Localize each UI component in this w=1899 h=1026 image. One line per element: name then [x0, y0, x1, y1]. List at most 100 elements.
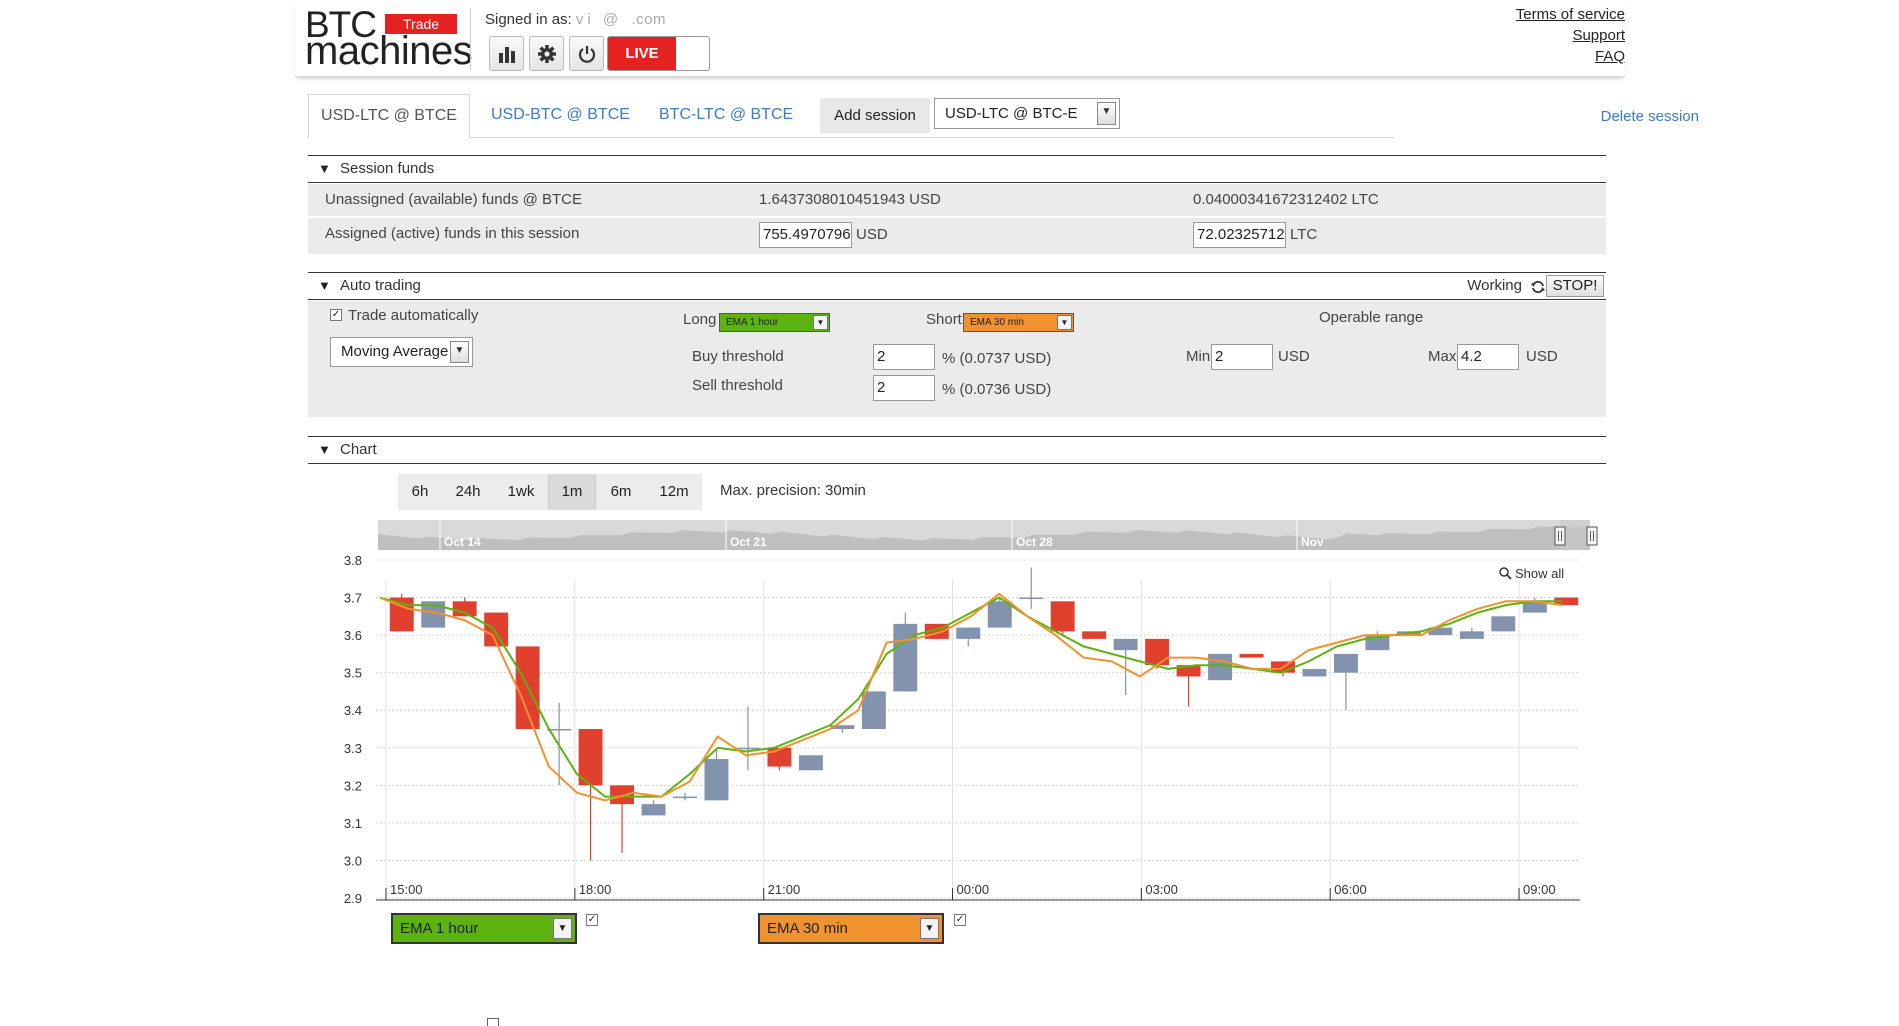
long-select[interactable]: EMA 1 hour ▼ [719, 313, 830, 332]
range-1wk[interactable]: 1wk [494, 474, 548, 510]
y-tick-label: 3.6 [344, 628, 362, 643]
min-input[interactable]: 2 [1211, 344, 1273, 370]
auto-trading-body: ✓ Trade automatically Moving Average ▼ L… [308, 301, 1606, 417]
support-link[interactable]: Support [1516, 25, 1625, 46]
chart-navigator[interactable]: Oct 14 Oct 21 Oct 28 Nov [378, 520, 1598, 550]
legend-ema-30-min-select[interactable]: EMA 30 min ▼ [758, 913, 944, 944]
range-6h[interactable]: 6h [398, 474, 442, 510]
navigator-handle [1586, 526, 1598, 546]
refresh-icon [1531, 281, 1545, 293]
candle-body [1145, 638, 1170, 666]
strategy-value: Moving Average [341, 343, 449, 360]
ema-line-long [379, 596, 1562, 798]
ema-lines [379, 592, 1563, 802]
short-select[interactable]: EMA 30 min ▼ [963, 313, 1074, 332]
trade-automatically-checkbox[interactable]: ✓ [330, 309, 342, 321]
max-unit: USD [1526, 348, 1558, 365]
tab-usd-ltc[interactable]: USD-LTC @ BTCE [308, 94, 470, 138]
candle-body [1082, 631, 1107, 639]
y-tick-label: 3.5 [344, 666, 362, 681]
y-tick-label: 3.3 [344, 741, 362, 756]
price-chart[interactable]: Oct 14 Oct 21 Oct 28 Nov 2.9 3.0 3.1 3.2 3.3 3.4… [330, 520, 1610, 910]
signed-in-text: Signed in as: v i @ .com [485, 11, 666, 28]
range-1m[interactable]: 1m [548, 474, 596, 510]
y-tick-label: 2.9 [344, 891, 362, 906]
chevron-down-icon: ▼ [450, 341, 469, 363]
sell-threshold-info: % (0.0736 USD) [942, 381, 1052, 398]
assigned-usd-input[interactable]: 755.4970796 [759, 222, 852, 248]
tab-usd-btc[interactable]: USD-BTC @ BTCE [491, 94, 630, 138]
session-funds-title: Session funds [340, 160, 435, 177]
auto-trading-header[interactable]: ▼ Auto trading Working STOP! [308, 272, 1606, 300]
x-tick-label: 03:00 [1145, 882, 1178, 897]
range-6m[interactable]: 6m [596, 474, 646, 510]
range-12m[interactable]: 12m [646, 474, 702, 510]
legend-ema-30-min-label: EMA 30 min [767, 920, 848, 937]
y-tick-label: 3.4 [344, 703, 362, 718]
chevron-down-icon: ▼ [1057, 315, 1072, 330]
range-24h[interactable]: 24h [442, 474, 494, 510]
assigned-ltc-input[interactable]: 72.02325712 [1193, 222, 1286, 248]
charts-button[interactable] [489, 36, 524, 71]
candle-body [704, 759, 729, 801]
show-all-button[interactable]: Show all [1499, 566, 1564, 581]
x-tick-label: 09:00 [1523, 882, 1556, 897]
candle-body [641, 804, 666, 816]
y-tick-label: 3.7 [344, 591, 362, 606]
assigned-ltc-unit: LTC [1290, 226, 1318, 243]
legend-ema-1-hour-label: EMA 1 hour [400, 920, 479, 937]
unassigned-ltc: 0.04000341672312402 LTC [1193, 191, 1379, 208]
chevron-down-icon: ▼ [553, 918, 572, 939]
x-tick-label: 21:00 [768, 882, 801, 897]
y-tick-label: 3.1 [344, 816, 362, 831]
candle-body [798, 755, 823, 771]
session-funds-header[interactable]: ▼ Session funds [308, 155, 1606, 183]
top-links: Terms of service Support FAQ [1516, 4, 1625, 67]
buy-threshold-info: % (0.0737 USD) [942, 350, 1052, 367]
zoom-icon [1499, 567, 1509, 577]
candle-body [987, 601, 1012, 628]
logout-button[interactable] [569, 36, 604, 71]
delete-session-link[interactable]: Delete session [1601, 108, 1699, 125]
terms-link[interactable]: Terms of service [1516, 4, 1625, 25]
y-tick-label: 3.8 [344, 553, 362, 568]
candle-body [578, 729, 603, 786]
live-label: LIVE [608, 37, 676, 70]
faq-link[interactable]: FAQ [1516, 46, 1625, 67]
small-widget-icon[interactable] [487, 1018, 499, 1026]
live-toggle[interactable]: LIVE [607, 36, 710, 71]
legend-ema-30-min-checkbox[interactable]: ✓ [954, 914, 966, 926]
settings-button[interactable] [529, 36, 564, 71]
navigator-handle [1554, 526, 1566, 546]
session-select-value: USD-LTC @ BTC-E [945, 105, 1078, 122]
sell-threshold-input[interactable]: 2 [873, 375, 935, 401]
auto-trading-title: Auto trading [340, 277, 421, 294]
session-select[interactable]: USD-LTC @ BTC-E ▼ [934, 98, 1120, 129]
legend-ema-1-hour-select[interactable]: EMA 1 hour ▼ [391, 913, 577, 944]
max-input[interactable]: 4.2 [1457, 344, 1519, 370]
operable-range-label: Operable range [1319, 309, 1424, 326]
candle-body [956, 627, 981, 639]
chart-header[interactable]: ▼ Chart [308, 436, 1606, 464]
sell-threshold-label: Sell threshold [692, 377, 783, 394]
unassigned-label: Unassigned (available) funds @ BTCE [325, 191, 583, 208]
stop-button[interactable]: STOP! [1546, 275, 1604, 297]
buy-threshold-input[interactable]: 2 [873, 344, 935, 370]
candle-body [1050, 601, 1075, 632]
collapse-arrow-icon: ▼ [318, 278, 331, 293]
navigator-label: Oct 14 [444, 535, 481, 549]
trading-status: Working [1467, 277, 1522, 294]
unassigned-usd: 1.6437308010451943 USD [759, 191, 941, 208]
bar-chart-icon [498, 46, 515, 63]
legend-ema-1-hour-checkbox[interactable]: ✓ [586, 914, 598, 926]
strategy-select[interactable]: Moving Average ▼ [330, 337, 473, 367]
tab-btc-ltc[interactable]: BTC-LTC @ BTCE [659, 94, 793, 138]
y-axis: 2.9 3.0 3.1 3.2 3.3 3.4 3.5 3.6 3.7 3.8 [344, 553, 362, 906]
candle-body [735, 747, 760, 750]
assigned-funds-row: Assigned (active) funds in this session … [308, 218, 1606, 254]
navigator-label: Nov [1301, 535, 1324, 549]
add-session-button[interactable]: Add session [820, 98, 930, 133]
signed-in-label: Signed in as: [485, 11, 572, 28]
min-unit: USD [1278, 348, 1310, 365]
candle-body [452, 601, 477, 617]
